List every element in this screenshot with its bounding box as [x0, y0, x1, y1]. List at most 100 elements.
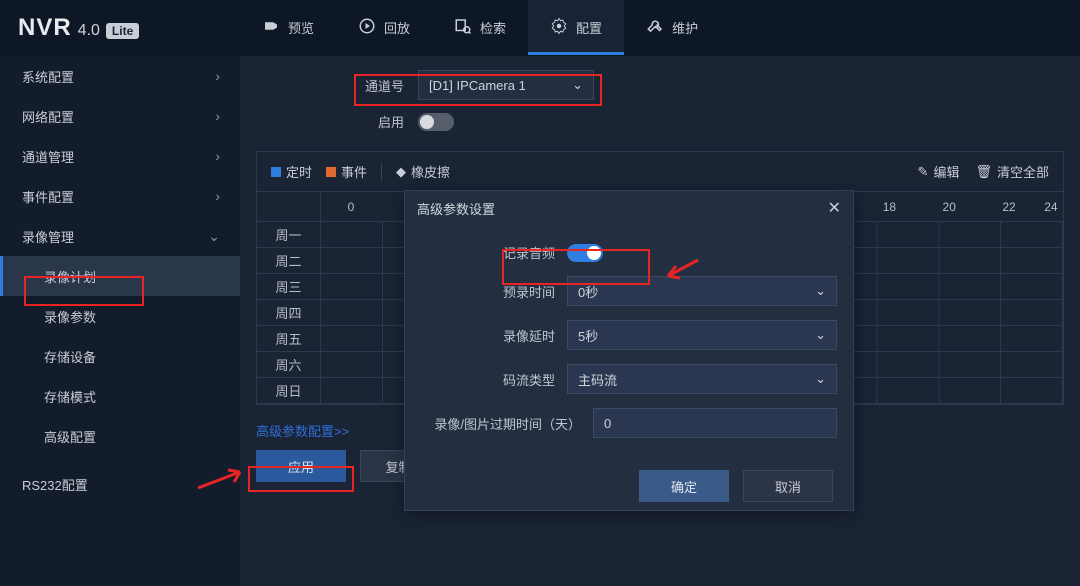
logo-version: 4.0 — [78, 22, 100, 40]
sidebar-item-network[interactable]: 网络配置 › — [0, 96, 240, 136]
sidebar-sub-record-plan[interactable]: 录像计划 — [0, 256, 240, 296]
post-record-select[interactable]: 5秒 ⌄ — [567, 320, 837, 350]
eraser-tool[interactable]: ◆ 橡皮擦 — [396, 162, 450, 181]
sidebar-sub-record-param[interactable]: 录像参数 — [0, 296, 240, 336]
channel-label: 通道号 — [356, 76, 404, 95]
stream-type-select[interactable]: 主码流 ⌄ — [567, 364, 837, 394]
gear-icon — [550, 17, 568, 38]
expire-value: 0 — [604, 416, 611, 431]
day-wed: 周三 — [257, 274, 320, 300]
pre-record-select[interactable]: 0秒 ⌄ — [567, 276, 837, 306]
sidebar-item-channel[interactable]: 通道管理 › — [0, 136, 240, 176]
chevron-down-icon: ⌄ — [815, 371, 826, 387]
header: NVR 4.0 Lite 预览 回放 检索 配置 维护 — [0, 0, 1080, 56]
chevron-right-icon: › — [215, 68, 220, 84]
stream-type-value: 主码流 — [578, 370, 617, 389]
logo-badge: Lite — [106, 23, 139, 39]
topnav-playback[interactable]: 回放 — [336, 0, 432, 55]
stream-type-label: 码流类型 — [421, 370, 555, 389]
channel-value: [D1] IPCamera 1 — [429, 78, 526, 93]
schedule-legend: 定时 事件 ◆ 橡皮擦 — [271, 162, 450, 181]
modal-ok-button[interactable]: 确定 — [639, 470, 729, 502]
modal-close-button[interactable]: ✕ — [828, 198, 841, 218]
sidebar-item-label: 系统配置 — [22, 67, 74, 86]
sidebar-sub-label: 录像参数 — [44, 307, 96, 326]
play-icon — [358, 17, 376, 38]
day-tue: 周二 — [257, 248, 320, 274]
advanced-settings-modal: 高级参数设置 ✕ 记录音频 预录时间 0秒 ⌄ 录像延时 5秒 ⌄ 码流类型 主… — [404, 190, 854, 511]
chevron-down-icon: ⌄ — [208, 228, 220, 245]
enable-label: 启用 — [356, 112, 404, 131]
tool-label: 编辑 — [933, 162, 959, 181]
chevron-down-icon: ⌄ — [815, 327, 826, 343]
legend-label: 定时 — [286, 162, 312, 181]
chevron-right-icon: › — [215, 148, 220, 164]
legend-label: 事件 — [341, 162, 367, 181]
chevron-right-icon: › — [215, 108, 220, 124]
sidebar-item-label: 事件配置 — [22, 187, 74, 206]
record-audio-label: 记录音频 — [421, 243, 555, 262]
sidebar: 系统配置 › 网络配置 › 通道管理 › 事件配置 › 录像管理 ⌄ 录像计划 … — [0, 56, 240, 586]
expire-label: 录像/图片过期时间（天） — [421, 414, 581, 433]
day-column: 周一 周二 周三 周四 周五 周六 周日 — [257, 192, 321, 404]
eraser-label: 橡皮擦 — [411, 162, 450, 181]
topnav-search[interactable]: 检索 — [432, 0, 528, 55]
tool-label: 清空全部 — [997, 162, 1049, 181]
arrow-icon — [196, 466, 248, 495]
topnav-label: 检索 — [480, 18, 506, 37]
topnav-config[interactable]: 配置 — [528, 0, 624, 55]
topnav-label: 回放 — [384, 18, 410, 37]
enable-toggle[interactable] — [418, 113, 454, 131]
legend-event[interactable]: 事件 — [326, 162, 367, 181]
pre-record-label: 预录时间 — [421, 282, 555, 301]
expire-input[interactable]: 0 — [593, 408, 837, 438]
wrench-icon — [646, 17, 664, 38]
sidebar-sub-storage-mode[interactable]: 存储模式 — [0, 376, 240, 416]
post-record-label: 录像延时 — [421, 326, 555, 345]
sidebar-sub-storage-device[interactable]: 存储设备 — [0, 336, 240, 376]
sidebar-sub-label: 高级配置 — [44, 427, 96, 446]
record-audio-toggle[interactable] — [567, 244, 603, 262]
sidebar-sub-label: 存储设备 — [44, 347, 96, 366]
day-sat: 周六 — [257, 352, 320, 378]
sidebar-item-recording[interactable]: 录像管理 ⌄ — [0, 216, 240, 256]
sidebar-item-system[interactable]: 系统配置 › — [0, 56, 240, 96]
modal-title: 高级参数设置 — [417, 199, 495, 218]
square-icon — [271, 167, 281, 177]
pre-record-value: 0秒 — [578, 282, 598, 301]
chevron-down-icon: ⌄ — [815, 283, 826, 299]
day-fri: 周五 — [257, 326, 320, 352]
modal-cancel-button[interactable]: 取消 — [743, 470, 833, 502]
clear-all-button[interactable]: 🗑 清空全部 — [975, 162, 1049, 181]
chevron-down-icon: ⌄ — [572, 77, 583, 93]
square-icon — [326, 167, 336, 177]
advanced-config-link[interactable]: 高级参数配置>> — [256, 421, 349, 440]
sidebar-item-event[interactable]: 事件配置 › — [0, 176, 240, 216]
topnav: 预览 回放 检索 配置 维护 — [240, 0, 720, 55]
topnav-label: 维护 — [672, 18, 698, 37]
sidebar-sub-label: 存储模式 — [44, 387, 96, 406]
logo: NVR 4.0 Lite — [0, 14, 240, 42]
eraser-icon: ◆ — [396, 164, 406, 180]
day-mon: 周一 — [257, 222, 320, 248]
topnav-label: 预览 — [288, 18, 314, 37]
camera-icon — [262, 17, 280, 38]
legend-scheduled[interactable]: 定时 — [271, 162, 312, 181]
topnav-preview[interactable]: 预览 — [240, 0, 336, 55]
search-icon — [454, 17, 472, 38]
sidebar-item-label: 网络配置 — [22, 107, 74, 126]
channel-select[interactable]: [D1] IPCamera 1 ⌄ — [418, 70, 594, 100]
sidebar-item-label: RS232配置 — [22, 475, 88, 494]
day-thu: 周四 — [257, 300, 320, 326]
sidebar-item-label: 录像管理 — [22, 227, 74, 246]
post-record-value: 5秒 — [578, 326, 598, 345]
topnav-maintain[interactable]: 维护 — [624, 0, 720, 55]
sidebar-item-label: 通道管理 — [22, 147, 74, 166]
pencil-icon: ✎ — [918, 164, 929, 180]
sidebar-sub-advanced[interactable]: 高级配置 — [0, 416, 240, 456]
edit-button[interactable]: ✎ 编辑 — [918, 162, 960, 181]
logo-brand: NVR — [18, 14, 72, 42]
apply-button[interactable]: 应用 — [256, 450, 346, 482]
arrow-icon — [660, 256, 700, 289]
topnav-label: 配置 — [576, 18, 602, 37]
